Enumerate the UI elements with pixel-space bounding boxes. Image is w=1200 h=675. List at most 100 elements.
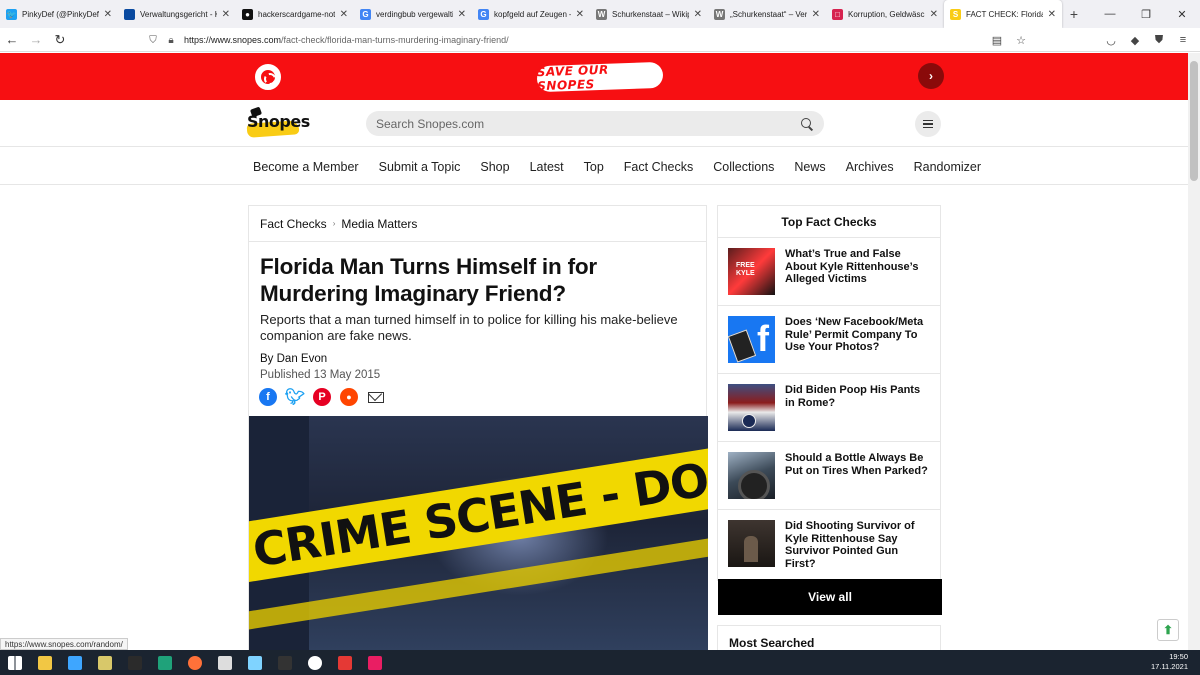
breadcrumb-media-matters[interactable]: Media Matters (341, 217, 417, 231)
thumbnail-image[interactable] (728, 384, 775, 431)
browser-tab[interactable]: 🐦 PinkyDef (@PinkyDef) / T ✕ (0, 0, 118, 28)
list-item[interactable]: Does ‘New Facebook/Meta Rule’ Permit Com… (718, 306, 940, 374)
disk-app-icon[interactable] (210, 650, 240, 675)
maximize-icon[interactable]: ❐ (1128, 0, 1164, 28)
list-item[interactable]: Did Shooting Survivor of Kyle Rittenhous… (718, 510, 940, 578)
browser-tab[interactable]: Verwaltungsgericht - Karl ✕ (118, 0, 236, 28)
article-byline[interactable]: By Dan Evon (249, 344, 706, 365)
fact-check-link[interactable]: Does ‘New Facebook/Meta Rule’ Permit Com… (785, 316, 930, 354)
snopes-logo[interactable]: Snopes (246, 106, 310, 140)
news-app-icon[interactable] (330, 650, 360, 675)
close-tab-icon[interactable]: ✕ (1048, 9, 1056, 20)
nav-item[interactable]: Randomizer (914, 160, 981, 174)
search-input[interactable] (376, 116, 800, 131)
reload-icon[interactable]: ↻ (48, 28, 72, 52)
breadcrumb-fact-checks[interactable]: Fact Checks (260, 217, 327, 231)
minimize-icon[interactable]: — (1092, 0, 1128, 28)
lock-icon[interactable]: 🔒︎ (162, 35, 180, 46)
nav-item[interactable]: Latest (530, 160, 564, 174)
feedback-icon[interactable]: ⬆ (1157, 619, 1179, 641)
browser-tab[interactable]: Gkopfgeld auf Zeugen – G ✕ (472, 0, 590, 28)
envelope (368, 391, 384, 403)
close-tab-icon[interactable]: ✕ (576, 9, 584, 20)
shield-icon[interactable]: ⛉ (144, 35, 162, 46)
close-tab-icon[interactable]: ✕ (694, 9, 702, 20)
save-our-snopes-button[interactable]: SAVE OUR SNOPES (537, 61, 664, 93)
pen-app-icon[interactable] (90, 650, 120, 675)
red-app-icon[interactable] (360, 650, 390, 675)
edge-icon[interactable] (150, 650, 180, 675)
ublock-icon[interactable]: ⛊ (1150, 34, 1168, 47)
tab-title: kopfgeld auf Zeugen – G (494, 9, 571, 19)
pocket-icon[interactable]: ◡ (1102, 34, 1120, 47)
list-item[interactable]: What’s True and False About Kyle Rittenh… (718, 238, 940, 306)
nav-item[interactable]: Submit a Topic (379, 160, 461, 174)
menu-icon[interactable]: ≡ (1174, 34, 1192, 46)
fact-check-link[interactable]: What’s True and False About Kyle Rittenh… (785, 248, 930, 286)
browser-tab[interactable]: ● hackerscardgame-notes ✕ (236, 0, 354, 28)
donation-banner[interactable]: SAVE OUR SNOPES › (0, 53, 1188, 100)
nav-item[interactable]: Archives (846, 160, 894, 174)
obs-icon[interactable] (300, 650, 330, 675)
reader-view-icon[interactable]: ▤ (988, 34, 1006, 47)
thumbnail-image[interactable] (728, 520, 775, 567)
url-text[interactable]: https://www.snopes.com/fact-check/florid… (184, 35, 509, 45)
back-arrow-icon[interactable]: ← (0, 28, 24, 52)
browser-tab[interactable]: W „Schurkenstaat“ – Version ✕ (708, 0, 826, 28)
close-tab-icon[interactable]: ✕ (222, 9, 230, 20)
browser-tab[interactable]: □ Korruption, Geldwäsche ✕ (826, 0, 944, 28)
address-bar[interactable]: ⛉ 🔒︎ https://www.snopes.com/fact-check/f… (144, 30, 1044, 50)
file-explorer-icon[interactable] (30, 650, 60, 675)
fact-check-link[interactable]: Should a Bottle Always Be Put on Tires W… (785, 452, 930, 477)
thumbnail-image[interactable] (728, 452, 775, 499)
nav-item[interactable]: News (794, 160, 825, 174)
taskbar-clock[interactable]: 19:50 17.11.2021 (1151, 652, 1188, 672)
new-tab-button[interactable]: + (1062, 0, 1086, 28)
search-bar[interactable] (366, 111, 824, 136)
email-icon[interactable] (367, 388, 385, 406)
nav-item[interactable]: Collections (713, 160, 774, 174)
fact-check-link[interactable]: Did Shooting Survivor of Kyle Rittenhous… (785, 520, 930, 570)
thumbnail-image[interactable] (728, 248, 775, 295)
close-tab-icon[interactable]: ✕ (340, 9, 348, 20)
close-tab-icon[interactable]: ✕ (458, 9, 466, 20)
calculator-app-icon[interactable] (120, 650, 150, 675)
extension-icon[interactable]: ◆ (1126, 34, 1144, 47)
chevron-right-icon[interactable]: › (918, 63, 944, 89)
forward-arrow-icon[interactable]: → (24, 28, 48, 52)
close-tab-icon[interactable]: ✕ (930, 9, 938, 20)
list-item[interactable]: Did Biden Poop His Pants in Rome? (718, 374, 940, 442)
page-scrollbar[interactable] (1188, 53, 1200, 650)
list-item[interactable]: Should a Bottle Always Be Put on Tires W… (718, 442, 940, 510)
live-app-icon[interactable] (270, 650, 300, 675)
fact-check-link[interactable]: Did Biden Poop His Pants in Rome? (785, 384, 930, 409)
hamburger-menu-button[interactable] (915, 111, 941, 137)
mail-icon[interactable] (60, 650, 90, 675)
close-window-icon[interactable]: ✕ (1164, 0, 1200, 28)
nav-item[interactable]: Fact Checks (624, 160, 693, 174)
close-tab-icon[interactable]: ✕ (104, 9, 112, 20)
scrollbar-thumb[interactable] (1190, 61, 1198, 181)
nav-item[interactable]: Top (584, 160, 604, 174)
app-glyph (248, 655, 262, 670)
bookmark-star-icon[interactable]: ☆ (1012, 34, 1030, 47)
facebook-icon[interactable]: f (259, 388, 277, 406)
view-all-button[interactable]: View all (718, 579, 942, 615)
search-icon[interactable] (800, 117, 814, 131)
article-title: Florida Man Turns Himself in for Murderi… (260, 254, 597, 306)
pinterest-icon[interactable]: P (313, 388, 331, 406)
nav-item[interactable]: Become a Member (253, 160, 359, 174)
browser-tab[interactable]: S FACT CHECK: Florida Ma ✕ (944, 0, 1062, 28)
app-glyph (368, 655, 382, 670)
tab-title: hackerscardgame-notes (258, 9, 335, 19)
browser-tab[interactable]: W Schurkenstaat – Wikiped ✕ (590, 0, 708, 28)
close-tab-icon[interactable]: ✕ (812, 9, 820, 20)
nav-item[interactable]: Shop (480, 160, 509, 174)
thumbnail-image[interactable] (728, 316, 775, 363)
twitter-icon[interactable]: 🐦︎ (285, 388, 305, 406)
firefox-icon[interactable] (180, 650, 210, 675)
windows-start-icon[interactable] (0, 650, 30, 675)
cloud-app-icon[interactable] (240, 650, 270, 675)
reddit-icon[interactable]: ● (340, 388, 358, 406)
browser-tab[interactable]: Gverdingbub vergewaltigt ✕ (354, 0, 472, 28)
